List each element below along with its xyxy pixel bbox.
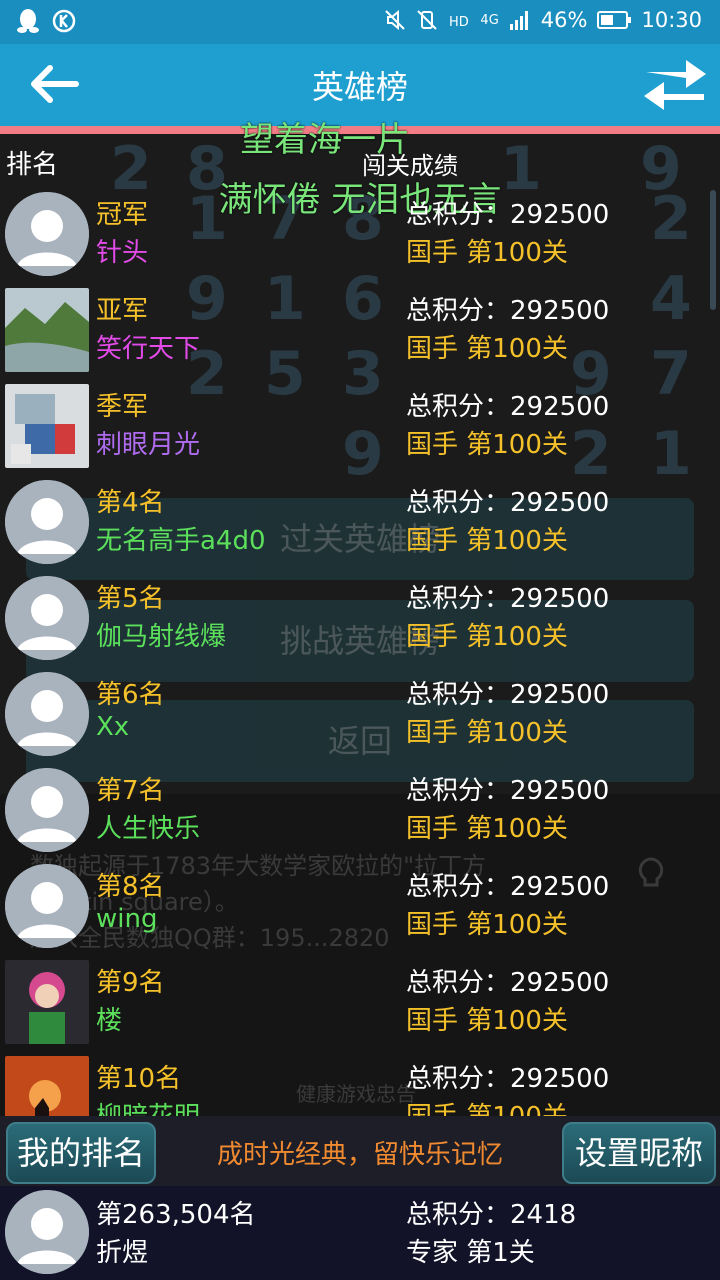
rank-label: 第7名 bbox=[96, 776, 165, 806]
player-name: wing bbox=[96, 904, 158, 934]
vibrate-off-icon bbox=[417, 10, 438, 30]
level-label: 国手 第100关 bbox=[406, 814, 568, 844]
battery-icon bbox=[597, 11, 632, 29]
svg-text:HD: HD bbox=[449, 15, 469, 30]
page-title: 英雄榜 bbox=[311, 68, 408, 106]
leaderboard-row[interactable]: 第6名 Xx 总积分：292500 国手 第100关 bbox=[0, 666, 720, 762]
rank-label: 第6名 bbox=[96, 680, 165, 710]
rank-label: 第5名 bbox=[96, 584, 165, 614]
leaderboard-row[interactable]: 第7名人生快乐 总积分：292500 国手 第100关 bbox=[0, 762, 720, 858]
total-score: 总积分：292500 bbox=[406, 584, 610, 614]
hd-icon: HD bbox=[449, 15, 469, 30]
swap-arrows-icon[interactable] bbox=[640, 54, 710, 114]
avatar bbox=[5, 480, 89, 564]
level-label: 国手 第100关 bbox=[406, 526, 568, 556]
player-name: 楼 bbox=[96, 1006, 123, 1036]
avatar bbox=[5, 1190, 89, 1274]
level-label: 国手 第100关 bbox=[406, 1006, 568, 1036]
leaderboard-row[interactable]: 第5名伽马射线爆 总积分：292500 国手 第100关 bbox=[0, 570, 720, 666]
total-score: 总积分：292500 bbox=[406, 488, 610, 518]
player-name: 刺眼月光 bbox=[96, 430, 201, 460]
total-score: 总积分：292500 bbox=[406, 776, 610, 806]
level-label: 国手 第100关 bbox=[406, 430, 568, 460]
avatar bbox=[5, 384, 89, 468]
my-rank: 第263,504名 bbox=[96, 1200, 256, 1230]
k-circle-icon bbox=[52, 9, 76, 33]
level-label: 国手 第100关 bbox=[406, 238, 568, 268]
player-name: 伽马射线爆 bbox=[96, 622, 227, 652]
player-name: 人生快乐 bbox=[96, 814, 201, 844]
rank-label: 第10名 bbox=[96, 1064, 182, 1094]
avatar bbox=[5, 576, 89, 660]
avatar bbox=[5, 864, 89, 948]
leaderboard-row[interactable]: 第8名 wing 总积分：292500 国手 第100关 bbox=[0, 858, 720, 954]
network-type: 4G bbox=[480, 12, 499, 28]
leaderboard-row[interactable]: 亚军笑行天下 总积分：292500 国手 第100关 bbox=[0, 282, 720, 378]
total-score: 总积分：292500 bbox=[406, 872, 610, 902]
total-score: 总积分：292500 bbox=[406, 296, 610, 326]
my-score: 总积分：2418 bbox=[406, 1200, 577, 1230]
mute-icon bbox=[385, 9, 406, 31]
avatar bbox=[5, 960, 89, 1044]
my-name: 折煜 bbox=[96, 1238, 149, 1268]
level-label: 国手 第100关 bbox=[406, 622, 568, 652]
lyric-line-1: 望着海一片 bbox=[240, 120, 410, 160]
avatar bbox=[5, 192, 89, 276]
rank-label: 季军 bbox=[96, 392, 149, 422]
avatar bbox=[5, 768, 89, 852]
leaderboard-row[interactable]: 冠军针头 总积分：292500 国手 第100关 bbox=[0, 186, 720, 282]
slogan: 成时光经典，留快乐记忆 bbox=[216, 1140, 503, 1170]
leaderboard-row[interactable]: 第4名无名高手a4d0 总积分：292500 国手 第100关 bbox=[0, 474, 720, 570]
rank-label: 第4名 bbox=[96, 488, 165, 518]
avatar bbox=[5, 672, 89, 756]
clock: 10:30 bbox=[641, 8, 702, 32]
player-name: 笑行天下 bbox=[96, 334, 201, 364]
signal-icon bbox=[509, 11, 528, 30]
column-header-score: 闯关成绩 bbox=[362, 152, 458, 180]
set-nickname-button[interactable]: 设置昵称 bbox=[562, 1122, 716, 1184]
leaderboard-row[interactable]: 季军刺眼月光 总积分：292500 国手 第100关 bbox=[0, 378, 720, 474]
status-bar: HD 4G 46% 10:30 bbox=[0, 0, 720, 44]
level-label: 国手 第100关 bbox=[406, 334, 568, 364]
scrollbar[interactable] bbox=[710, 190, 716, 310]
battery-percent: 46% bbox=[540, 8, 588, 32]
my-level: 专家 第1关 bbox=[406, 1238, 535, 1268]
bottom-bar: 我的排名 成时光经典，留快乐记忆 设置昵称 bbox=[0, 1116, 720, 1186]
qq-penguin-icon bbox=[17, 9, 39, 33]
player-name: Xx bbox=[96, 712, 130, 742]
rank-label: 第8名 bbox=[96, 872, 165, 902]
column-header-rank: 排名 bbox=[6, 150, 59, 180]
total-score: 总积分：292500 bbox=[406, 1064, 610, 1094]
total-score: 总积分：292500 bbox=[406, 968, 610, 998]
total-score: 总积分：292500 bbox=[406, 392, 610, 422]
level-label: 国手 第100关 bbox=[406, 718, 568, 748]
avatar bbox=[5, 288, 89, 372]
rank-label: 亚军 bbox=[96, 296, 149, 326]
my-rank-button[interactable]: 我的排名 bbox=[6, 1122, 156, 1184]
my-entry-row: 第263,504名 折煜 总积分：2418 专家 第1关 bbox=[0, 1186, 720, 1280]
player-name: 无名高手a4d0 bbox=[96, 526, 266, 556]
total-score: 总积分：292500 bbox=[406, 680, 610, 710]
leaderboard-row[interactable]: 第9名楼 总积分：292500 国手 第100关 bbox=[0, 954, 720, 1050]
total-score: 总积分：292500 bbox=[406, 200, 610, 230]
rank-label: 冠军 bbox=[96, 200, 149, 230]
player-name: 针头 bbox=[96, 238, 149, 268]
rank-label: 第9名 bbox=[96, 968, 165, 998]
level-label: 国手 第100关 bbox=[406, 910, 568, 940]
